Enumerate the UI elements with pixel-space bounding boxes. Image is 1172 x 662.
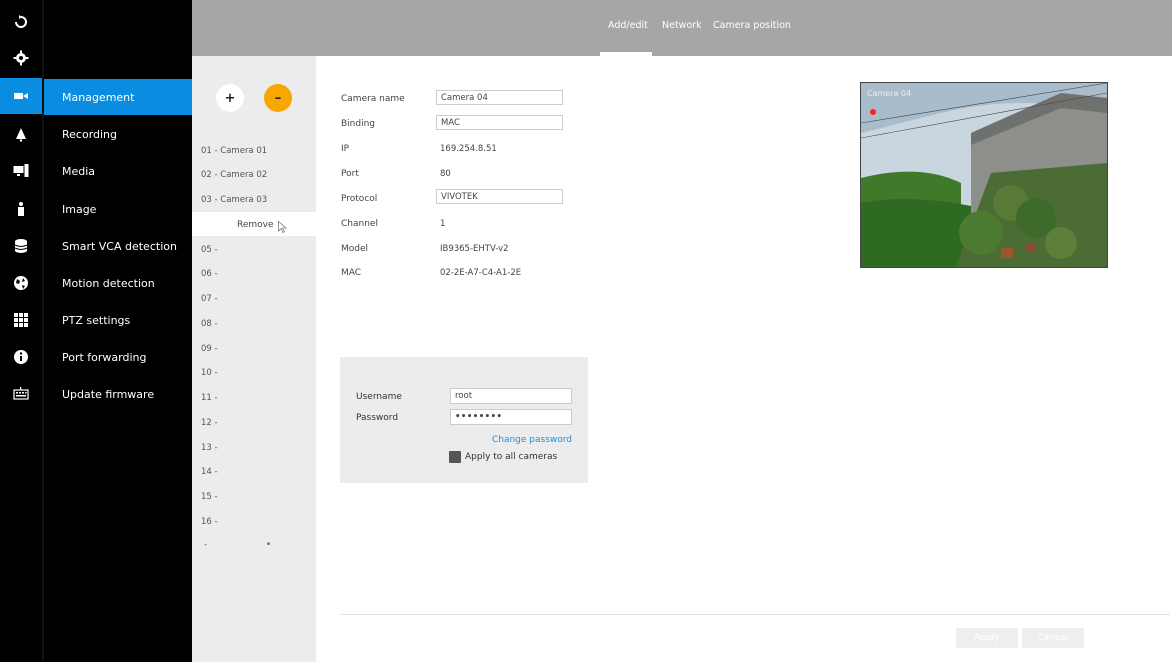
globe-icon[interactable] bbox=[0, 265, 42, 301]
remove-menu-item[interactable]: Remove bbox=[237, 220, 274, 230]
credentials-panel: Username root Password •••••••• Change p… bbox=[340, 357, 588, 483]
menu-item-smart-vca[interactable]: Smart VCA detection bbox=[44, 228, 192, 264]
mouse-cursor-icon bbox=[278, 221, 287, 233]
change-password-link[interactable]: Change password bbox=[492, 435, 572, 445]
mac-value: 02-2E-A7-C4-A1-2E bbox=[440, 268, 522, 278]
camera-list-item[interactable]: 16 - bbox=[201, 517, 218, 527]
menu-item-image[interactable]: Image bbox=[44, 191, 192, 227]
settings-menu: Management Recording Media Image Smart V… bbox=[44, 0, 192, 662]
camera-list-item[interactable]: 15 - bbox=[201, 492, 218, 502]
menu-item-label: Recording bbox=[62, 127, 118, 141]
menu-item-management[interactable]: Management bbox=[44, 79, 192, 115]
menu-item-label: PTZ settings bbox=[62, 313, 131, 327]
channel-label: Channel bbox=[341, 219, 378, 229]
camera-list-item[interactable]: 13 - bbox=[201, 443, 218, 453]
menu-item-label: Image bbox=[62, 202, 97, 216]
monitor-icon[interactable] bbox=[0, 153, 42, 189]
password-field[interactable]: •••••••• bbox=[450, 409, 572, 425]
menu-item-recording[interactable]: Recording bbox=[44, 116, 192, 152]
tab-add-edit[interactable]: Add/edit bbox=[608, 20, 648, 31]
port-label: Port bbox=[341, 169, 359, 179]
apply-button[interactable]: Apply bbox=[956, 628, 1018, 648]
tab-camera-position[interactable]: Camera position bbox=[713, 20, 791, 31]
ip-value: 169.254.8.51 bbox=[440, 144, 497, 154]
minus-icon: – bbox=[274, 90, 282, 106]
menu-item-label: Port forwarding bbox=[62, 350, 147, 364]
footer-divider bbox=[340, 614, 1170, 615]
camera-name-label: Camera name bbox=[341, 94, 405, 104]
binding-field[interactable]: MAC bbox=[436, 115, 563, 130]
camera-list-item[interactable]: 14 - bbox=[201, 467, 218, 477]
camera-list-item[interactable]: 05 - bbox=[201, 245, 218, 255]
mac-label: MAC bbox=[341, 268, 362, 278]
camera-list-item[interactable]: 10 - bbox=[201, 368, 218, 378]
camera-list-item[interactable]: 11 - bbox=[201, 393, 218, 403]
menu-item-port-forwarding[interactable]: Port forwarding bbox=[44, 339, 192, 375]
apply-all-label: Apply to all cameras bbox=[465, 452, 558, 462]
apply-all-checkbox[interactable] bbox=[449, 451, 461, 463]
cancel-button[interactable]: Cancel bbox=[1022, 628, 1084, 648]
add-camera-button[interactable]: + bbox=[216, 84, 244, 112]
menu-item-label: Media bbox=[62, 164, 96, 178]
model-label: Model bbox=[341, 244, 369, 254]
ip-label: IP bbox=[341, 144, 350, 154]
recording-indicator-icon bbox=[870, 109, 876, 115]
remove-camera-button[interactable]: – bbox=[264, 84, 292, 112]
username-field[interactable]: root bbox=[450, 388, 572, 404]
camera-list-item[interactable]: 06 - bbox=[201, 269, 218, 279]
camera-list-item[interactable]: 09 - bbox=[201, 344, 218, 354]
plus-icon: + bbox=[224, 90, 236, 106]
keyboard-icon[interactable] bbox=[0, 376, 42, 412]
port-value: 80 bbox=[440, 169, 451, 179]
protocol-label: Protocol bbox=[341, 194, 378, 204]
camera-preview-image bbox=[861, 83, 1107, 267]
pager-next[interactable]: • bbox=[266, 540, 271, 550]
menu-item-motion-detection[interactable]: Motion detection bbox=[44, 265, 192, 301]
menu-item-media[interactable]: Media bbox=[44, 153, 192, 189]
menu-item-label: Management bbox=[62, 90, 135, 104]
camera-list-item[interactable]: 03 - Camera 03 bbox=[201, 195, 267, 205]
camera-list-panel: + – 01 - Camera 01 02 - Camera 02 03 - C… bbox=[192, 56, 316, 662]
pager-prev[interactable]: - bbox=[204, 540, 207, 550]
binding-label: Binding bbox=[341, 119, 376, 129]
camera-preview: Camera 04 bbox=[860, 82, 1108, 268]
model-value: IB9365-EHTV-v2 bbox=[440, 244, 509, 254]
bell-icon[interactable] bbox=[0, 116, 42, 152]
camera-name-field[interactable]: Camera 04 bbox=[436, 90, 563, 105]
camera-list-item[interactable]: 02 - Camera 02 bbox=[201, 170, 267, 180]
camera-icon[interactable] bbox=[0, 78, 42, 114]
protocol-field[interactable]: VIVOTEK bbox=[436, 189, 563, 204]
menu-item-ptz-settings[interactable]: PTZ settings bbox=[44, 302, 192, 338]
logout-icon[interactable] bbox=[0, 4, 42, 40]
camera-list-item[interactable]: 01 - Camera 01 bbox=[201, 146, 267, 156]
remove-context-menu: Remove bbox=[192, 212, 316, 236]
active-tab-indicator bbox=[600, 52, 652, 56]
grid-icon[interactable] bbox=[0, 302, 42, 338]
gear-icon[interactable] bbox=[0, 40, 42, 76]
camera-list-item[interactable]: 07 - bbox=[201, 294, 218, 304]
icon-sidebar bbox=[0, 0, 42, 662]
camera-list-item[interactable]: 08 - bbox=[201, 319, 218, 329]
menu-item-update-firmware[interactable]: Update firmware bbox=[44, 376, 192, 412]
menu-item-label: Motion detection bbox=[62, 276, 155, 290]
database-icon[interactable] bbox=[0, 228, 42, 264]
person-icon[interactable] bbox=[0, 191, 42, 227]
tab-network[interactable]: Network bbox=[662, 20, 702, 31]
password-label: Password bbox=[356, 413, 399, 423]
channel-value: 1 bbox=[440, 219, 446, 229]
info-icon[interactable] bbox=[0, 339, 42, 375]
top-tab-bar: Add/edit Network Camera position bbox=[192, 0, 1172, 56]
menu-item-label: Smart VCA detection bbox=[62, 239, 177, 253]
username-label: Username bbox=[356, 392, 402, 402]
preview-overlay-label: Camera 04 bbox=[867, 89, 912, 98]
camera-list-item[interactable]: 12 - bbox=[201, 418, 218, 428]
menu-item-label: Update firmware bbox=[62, 387, 155, 401]
